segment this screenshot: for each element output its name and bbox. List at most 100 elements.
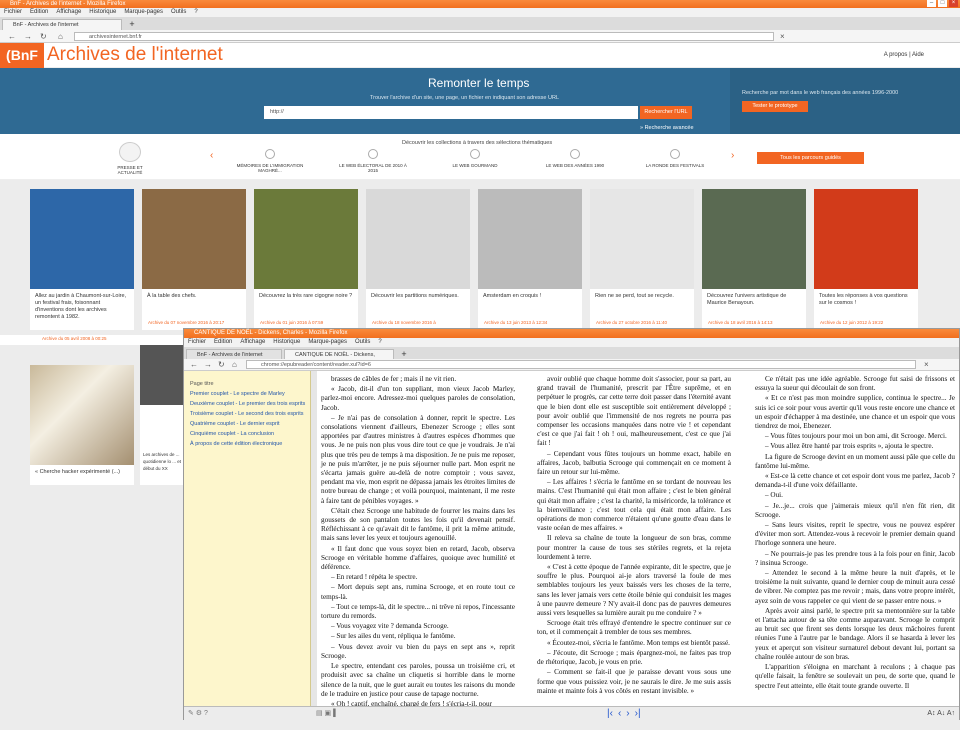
card-caption: Allez au jardin à Chaumont-sur-Loire, un…: [35, 293, 127, 320]
epub-reader: brasses de câbles de fer ; mais il ne vi…: [317, 371, 959, 706]
menu-fichier[interactable]: Fichier: [4, 8, 22, 17]
toc-item[interactable]: Deuxième couplet - Le premier des trois …: [190, 399, 310, 409]
new-tab-icon[interactable]: +: [398, 349, 410, 359]
text-column-1: brasses de câbles de fer ; mais il ne vi…: [321, 375, 515, 706]
highlight-card[interactable]: « Cherche hacker expérimenté (...): [30, 365, 134, 485]
minimize-icon[interactable]: –: [927, 0, 936, 7]
close-icon[interactable]: ×: [949, 0, 958, 7]
font-size-controls[interactable]: A↕ A↓ A↑: [927, 708, 955, 720]
tab-bar: BnF - Archives de l'internet +: [0, 17, 960, 30]
menu-historique[interactable]: Historique: [89, 8, 116, 17]
toc-item[interactable]: Quatrième couplet - Le dernier esprit: [190, 419, 310, 429]
toc-item[interactable]: Cinquième couplet - La conclusion: [190, 429, 310, 439]
search-url-button[interactable]: Rechercher l'URL: [640, 106, 692, 119]
globe-icon: [265, 149, 275, 159]
help-links[interactable]: A propos | Aide: [884, 52, 924, 58]
site-header: (BnF Archives de l'internet A propos | A…: [0, 43, 960, 68]
tab-bnf[interactable]: BnF - Archives de l'internet: [2, 19, 122, 30]
highlight-card[interactable]: Allez au jardin à Chaumont-sur-Loire, un…: [30, 189, 134, 330]
highlight-card[interactable]: Découvrez l'univers artistique de Mauric…: [702, 189, 806, 330]
ballot-icon: [368, 149, 378, 159]
window-titlebar: BnF - Archives de l'internet - Mozilla F…: [0, 0, 960, 8]
back-icon[interactable]: ←: [190, 360, 198, 369]
collection-item[interactable]: MÉMOIRES DE L'IMMIGRATION MAGHRÉ...: [235, 149, 305, 173]
press-collection[interactable]: PRESSE ET ACTUALITÉ: [108, 142, 152, 175]
menu-help[interactable]: ?: [194, 8, 197, 17]
toc-item[interactable]: Page titre: [190, 379, 310, 389]
paragraph: – J'écoute, dit Scrooge ; mais épargnez-…: [537, 648, 731, 667]
newspaper-icon: [119, 142, 141, 162]
all-guides-button[interactable]: Tous les parcours guidés: [757, 152, 864, 164]
card-date: Archive du 05 avril 2008 à 00:25: [36, 336, 140, 343]
url-search-input[interactable]: http://: [264, 106, 638, 119]
prev-arrow-icon[interactable]: ‹: [210, 150, 213, 161]
collection-item[interactable]: LE WEB DES ANNÉES 1990: [540, 149, 610, 168]
paragraph: – Ne pourrais-je pas les prendre tous à …: [755, 549, 955, 567]
menu-marque-pages[interactable]: Marque-pages: [308, 338, 347, 347]
paragraph: « Est-ce là cette chance et cet espoir d…: [755, 472, 955, 490]
card-caption: Amsterdam en croquis !: [483, 293, 542, 299]
next-page-icon[interactable]: ›: [626, 708, 629, 720]
highlight-card[interactable]: Découvrir les partitions numériques. Arch…: [366, 189, 470, 330]
forward-icon[interactable]: →: [24, 32, 32, 41]
url-bar[interactable]: chrome://epubreader/content/reader.xul?i…: [246, 360, 916, 369]
highlight-card[interactable]: À la table des chefs. Archive du 07 novem…: [142, 189, 246, 330]
maximize-icon[interactable]: □: [938, 0, 947, 7]
last-page-icon[interactable]: ›|: [635, 708, 641, 720]
partial-card[interactable]: Les archives de ... quotidienne lo ... e…: [140, 345, 183, 485]
card-date: Archive du 13 juin 2013 à 12:34: [484, 320, 548, 325]
paragraph: « Jacob, dit-il d'un ton suppliant, mon …: [321, 385, 515, 412]
hero-title: Remonter le temps: [428, 76, 530, 90]
stop-icon[interactable]: ×: [780, 32, 785, 41]
next-arrow-icon[interactable]: ›: [731, 150, 734, 161]
hero-main: [0, 68, 730, 134]
card-date: Archive du 01 juin 2016 à 07:59: [260, 320, 324, 325]
highlight-card[interactable]: Découvrez la très rare cigogne noire ? Ar…: [254, 189, 358, 330]
test-prototype-button[interactable]: Tester le prototype: [742, 101, 808, 112]
paragraph: brasses de câbles de fer ; mais il ne vi…: [331, 375, 457, 383]
forward-icon[interactable]: →: [204, 360, 212, 369]
home-icon[interactable]: ⌂: [58, 32, 63, 41]
collection-item[interactable]: LA RONDE DES FESTIVALS: [640, 149, 710, 168]
toc-item[interactable]: À propos de cette édition électronique: [190, 439, 310, 449]
first-page-icon[interactable]: |‹: [607, 708, 613, 720]
back-icon[interactable]: ←: [8, 32, 16, 41]
menu-help[interactable]: ?: [378, 338, 381, 347]
new-tab-icon[interactable]: +: [126, 19, 138, 29]
reload-icon[interactable]: ↻: [40, 32, 47, 41]
card-image: [478, 189, 582, 289]
advanced-search-link[interactable]: » Recherche avancée: [640, 125, 694, 131]
reload-icon[interactable]: ↻: [218, 360, 225, 369]
paragraph: – Mort depuis sept ans, rumina Scrooge, …: [321, 583, 515, 601]
home-icon[interactable]: ⌂: [232, 360, 237, 369]
menu-edition[interactable]: Édition: [214, 338, 232, 347]
paragraph: Il releva sa chaîne de toute la longueur…: [537, 534, 731, 561]
menu-fichier[interactable]: Fichier: [188, 338, 206, 347]
paragraph: « C'est à cette époque de l'année expira…: [537, 563, 731, 618]
collection-label: LE WEB GOURMAND: [452, 163, 498, 168]
highlight-card[interactable]: Amsterdam en croquis ! Archive du 13 juin…: [478, 189, 582, 330]
menu-affichage[interactable]: Affichage: [240, 338, 265, 347]
menu-historique[interactable]: Historique: [273, 338, 300, 347]
card-image: [814, 189, 918, 289]
menu-edition[interactable]: Édition: [30, 8, 48, 17]
menu-affichage[interactable]: Affichage: [56, 8, 81, 17]
menu-outils[interactable]: Outils: [171, 8, 186, 17]
highlight-card[interactable]: Rien ne se perd, tout se recycle. Archive…: [590, 189, 694, 330]
toc-item[interactable]: Troisième couplet - Le second des trois …: [190, 409, 310, 419]
collection-item[interactable]: LE WEB ÉLECTORAL DE 2010 À 2015: [338, 149, 408, 173]
bookmark-icons[interactable]: ▤ ▣ ▌: [316, 709, 338, 717]
url-bar[interactable]: archivesinternet.bnf.fr: [74, 32, 774, 41]
bnf-logo[interactable]: (BnF: [0, 43, 44, 68]
settings-icons[interactable]: ✎ ⚙ ?: [188, 709, 208, 717]
card-image: [142, 189, 246, 289]
highlight-card[interactable]: Toutes les réponses à vos questions sur …: [814, 189, 918, 330]
collection-item[interactable]: LE WEB GOURMAND: [440, 149, 510, 168]
toc-item[interactable]: Premier couplet - Le spectre de Marley: [190, 389, 310, 399]
menu-marque-pages[interactable]: Marque-pages: [124, 8, 163, 17]
stop-icon[interactable]: ×: [924, 360, 929, 369]
prev-page-icon[interactable]: ‹: [618, 708, 621, 720]
menu-outils[interactable]: Outils: [355, 338, 370, 347]
card-caption: « Cherche hacker expérimenté (...): [35, 469, 120, 475]
card-caption: Découvrez la très rare cigogne noire ?: [259, 293, 353, 299]
